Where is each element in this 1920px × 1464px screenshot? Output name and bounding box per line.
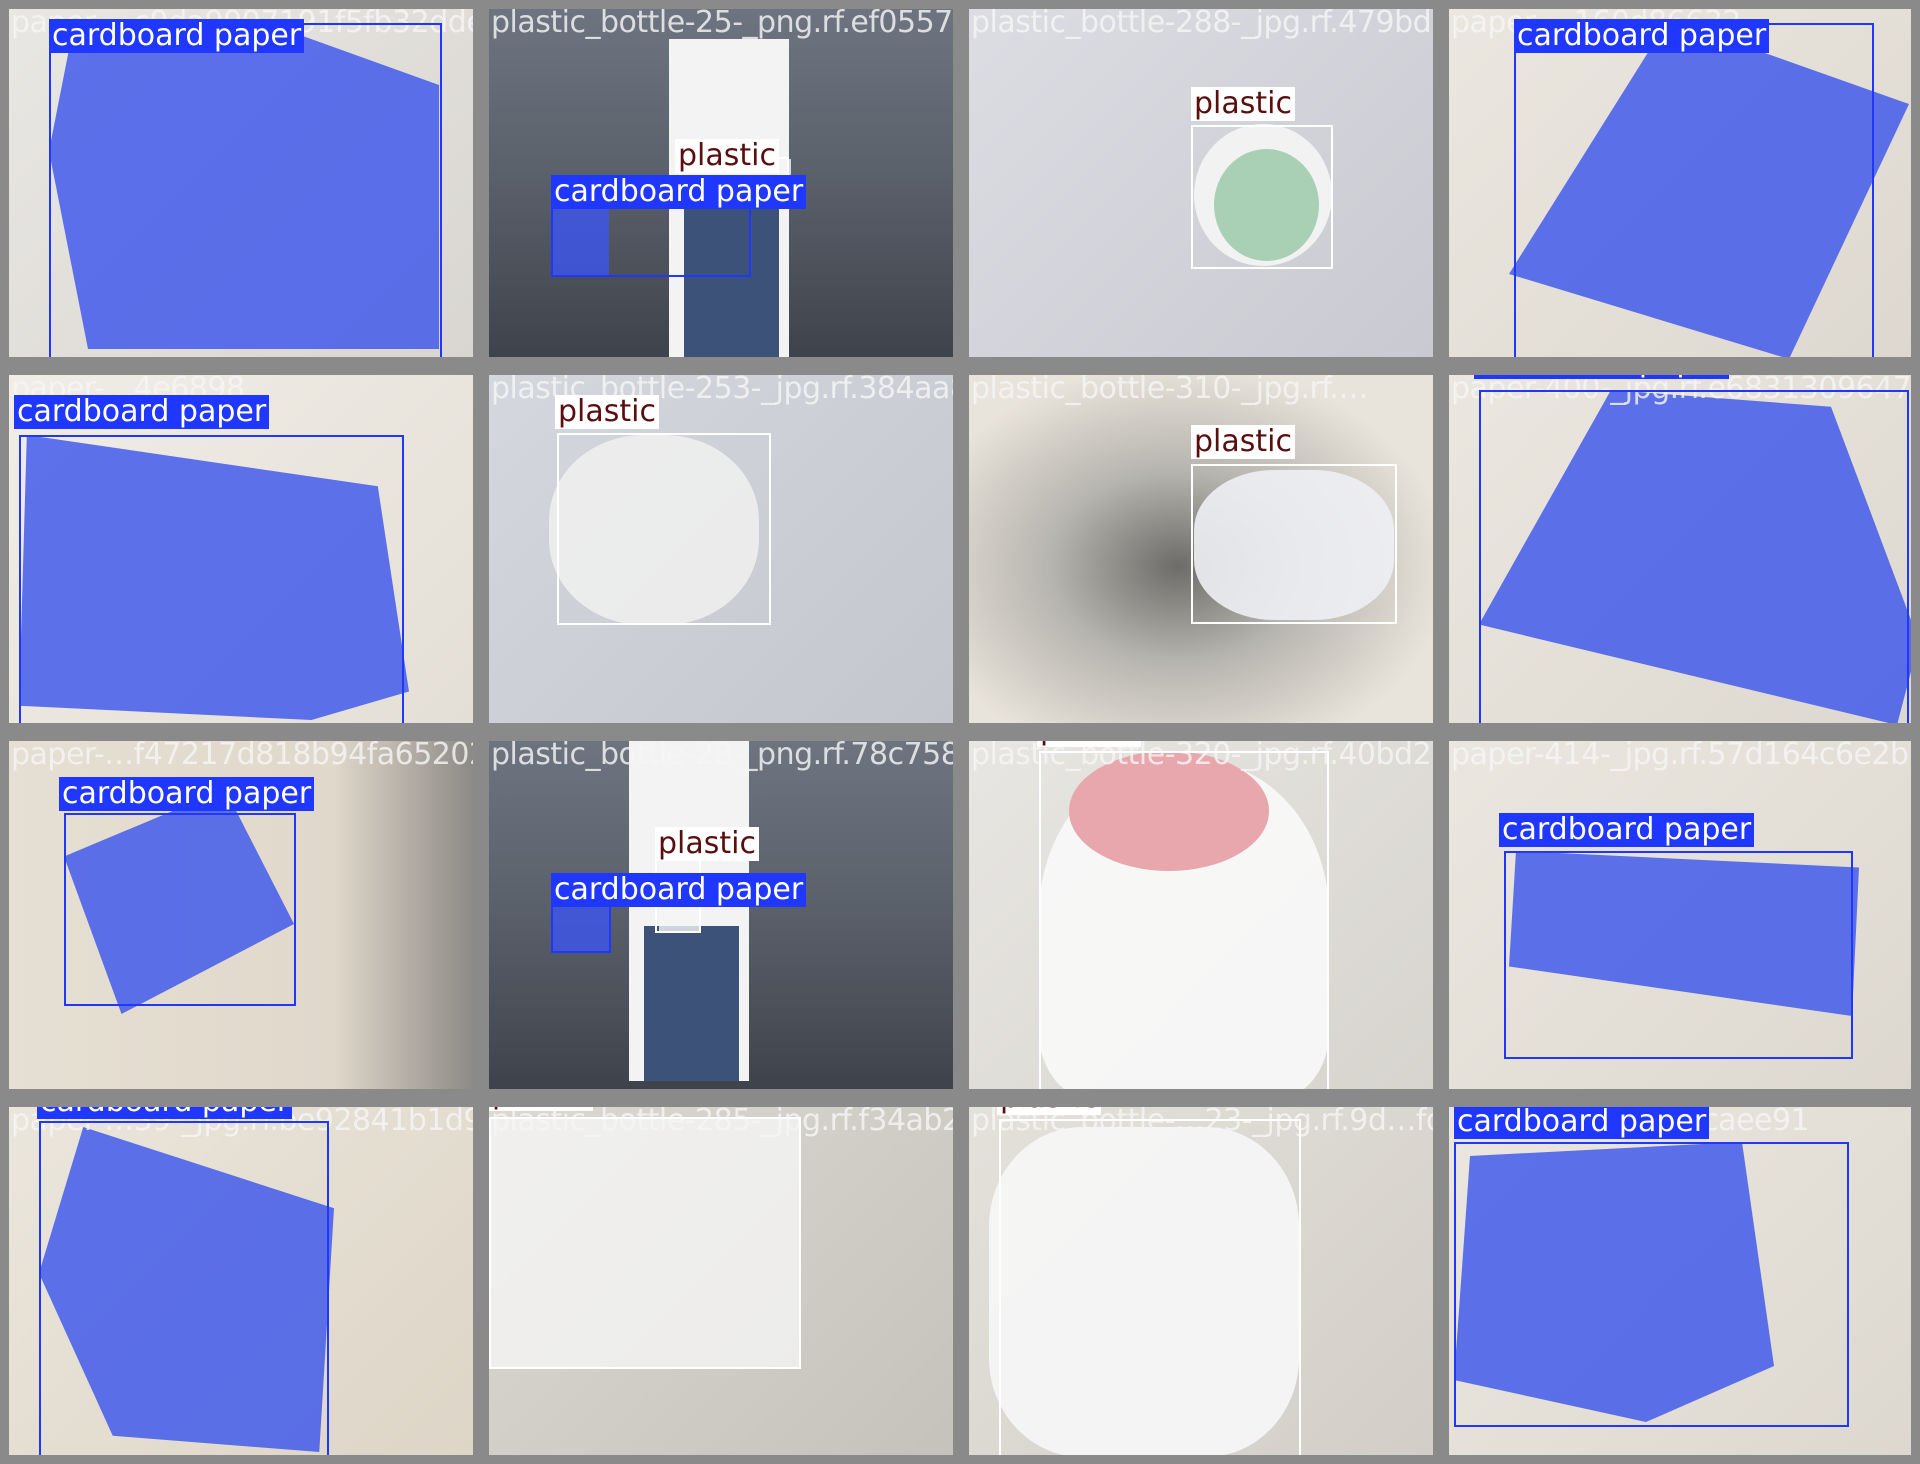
tile-7-filename: plastic_bottle-310-_jpg.rf.…: [971, 371, 1368, 406]
tile-14: plastic plastic_bottle-285-_jpg.rf.f34ab…: [480, 1098, 962, 1464]
tile-14-label: plastic: [489, 1107, 593, 1111]
tile-7: plastic plastic_bottle-310-_jpg.rf.…: [960, 366, 1442, 732]
tile-8: cardboard paper paper-400-_jpg.rf.e68313…: [1440, 366, 1920, 732]
tile-12-label: cardboard paper: [1499, 813, 1755, 847]
tile-12-box: [1504, 851, 1853, 1059]
tile-13: cardboard paper paper-…39-_jpg.rf.be9284…: [0, 1098, 482, 1464]
tile-10-label-plastic: plastic: [655, 827, 759, 861]
tile-5: cardboard paper paper-…4e6898: [0, 366, 482, 732]
tile-11: plastic plastic_bottle-320-_jpg.rf.40bd2…: [960, 732, 1442, 1098]
tile-1: cardboard paper paper-…c9da9997191f5fb32…: [0, 0, 482, 366]
tile-2-label-paper: cardboard paper: [551, 175, 807, 209]
tile-2: plastic cardboard paper plastic_bottle-2…: [480, 0, 962, 366]
tile-9-label: cardboard paper: [59, 777, 315, 811]
detection-mosaic: cardboard paper paper-…c9da9997191f5fb32…: [0, 0, 1920, 1464]
tile-8-label: cardboard paper: [1474, 375, 1730, 379]
tile-8-box: [1479, 390, 1909, 723]
tile-6: plastic plastic_bottle-253-_jpg.rf.384aa…: [480, 366, 962, 732]
tile-11-box: [1039, 751, 1329, 1089]
tile-2-label-plastic: plastic: [675, 139, 779, 173]
tile-11-label: plastic: [1037, 741, 1141, 747]
tile-3: plastic plastic_bottle-288-_jpg.rf.479bd…: [960, 0, 1442, 366]
tile-13-label: cardboard paper: [37, 1107, 293, 1119]
tile-15-label: plastic: [997, 1107, 1101, 1115]
tile-10-filename: plastic_bottle-28-_png.rf.78c758c: [491, 737, 962, 772]
tile-12: cardboard paper paper-414-_jpg.rf.57d164…: [1440, 732, 1920, 1098]
tile-7-label: plastic: [1191, 425, 1295, 459]
tile-4-box: [1514, 23, 1874, 357]
tile-1-label: cardboard paper: [49, 19, 305, 53]
tile-9-box: [64, 813, 296, 1006]
tile-16-box: [1454, 1142, 1849, 1427]
tile-2-filename: plastic_bottle-25-_png.rf.ef0557a0: [491, 5, 962, 40]
tile-3-label: plastic: [1191, 87, 1295, 121]
tile-4: cardboard paper paper-…160d86632: [1440, 0, 1920, 366]
tile-6-box: [557, 433, 771, 625]
tile-10: plastic cardboard paper plastic_bottle-2…: [480, 732, 962, 1098]
tile-12-filename: paper-414-_jpg.rf.57d164c6e2b: [1451, 737, 1909, 772]
tile-15: plastic plastic_bottle-…23-_jpg.rf.9d…fd…: [960, 1098, 1442, 1464]
tile-1-box: [49, 23, 442, 357]
tile-5-label: cardboard paper: [14, 395, 270, 429]
tile-9: cardboard paper paper-…f47217d818b94fa65…: [0, 732, 482, 1098]
tile-10-label-paper: cardboard paper: [551, 873, 807, 907]
tile-10-jeans: [644, 926, 739, 1081]
tile-3-box: [1191, 125, 1333, 269]
tile-9-filename: paper-…f47217d818b94fa65202: [11, 737, 482, 772]
tile-7-box: [1191, 464, 1397, 624]
tile-3-filename: plastic_bottle-288-_jpg.rf.479bd7ff: [971, 5, 1442, 40]
tile-13-box: [39, 1121, 329, 1455]
tile-14-box: [489, 1117, 801, 1369]
tile-4-label: cardboard paper: [1514, 19, 1770, 53]
tile-5-box: [19, 435, 404, 723]
tile-16: cardboard paper paper-…rf.c06ef7caee91: [1440, 1098, 1920, 1464]
tile-6-label: plastic: [555, 395, 659, 429]
tile-16-label: cardboard paper: [1454, 1107, 1710, 1139]
tile-15-box: [999, 1119, 1301, 1455]
